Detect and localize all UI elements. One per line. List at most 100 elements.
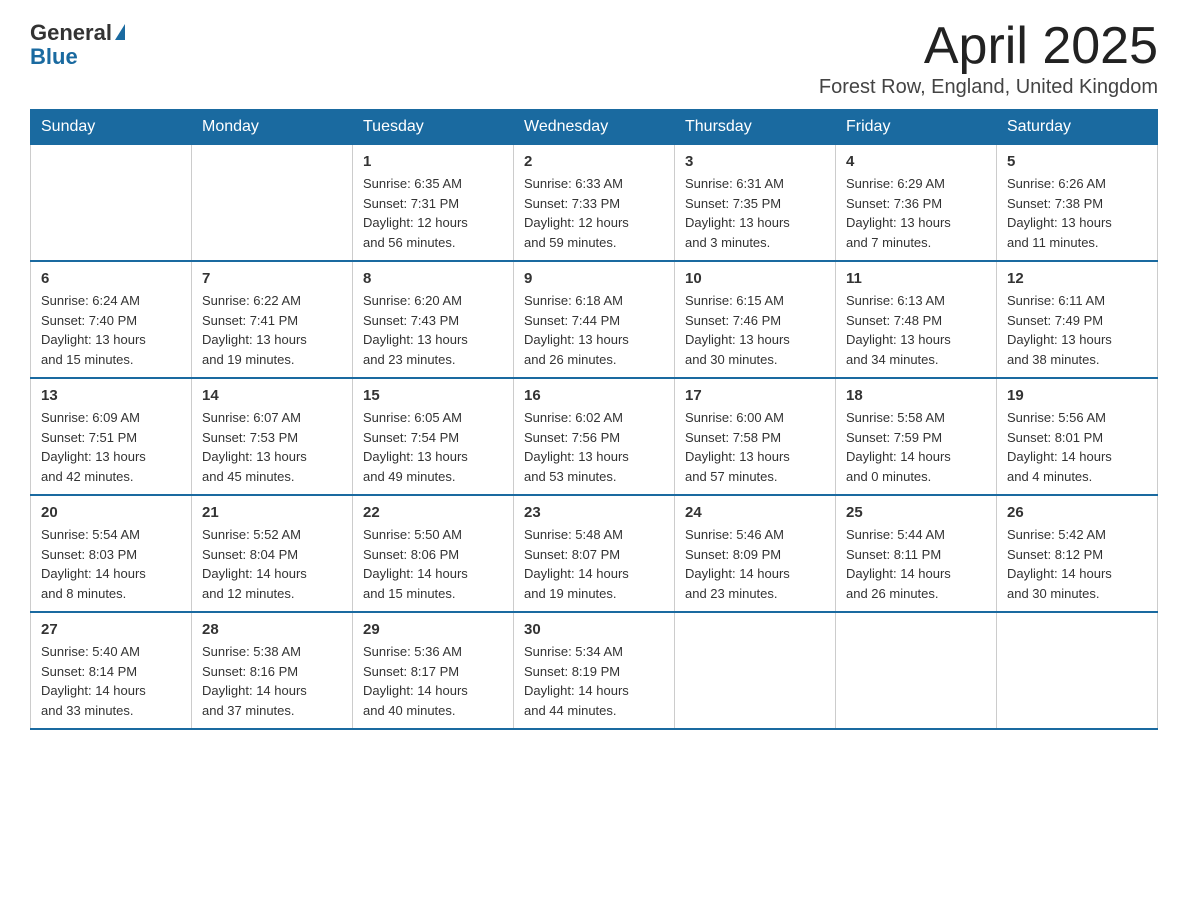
day-info: Sunrise: 6:05 AM Sunset: 7:54 PM Dayligh…: [363, 408, 503, 486]
logo-blue-text: Blue: [30, 44, 78, 70]
day-number: 25: [846, 504, 986, 521]
calendar-cell: 30 Sunrise: 5:34 AM Sunset: 8:19 PM Dayli…: [514, 612, 675, 729]
calendar-cell: 17 Sunrise: 6:00 AM Sunset: 7:58 PM Dayli…: [675, 378, 836, 495]
logo: General Blue: [30, 20, 125, 70]
day-of-week-header: Tuesday: [353, 110, 514, 145]
day-of-week-header: Friday: [836, 110, 997, 145]
calendar-cell: 7Sunrise: 6:22 AM Sunset: 7:41 PM Daylig…: [192, 261, 353, 378]
calendar-body: 1 Sunrise: 6:35 AM Sunset: 7:31 PM Daylig…: [31, 145, 1158, 730]
day-number: 10: [685, 270, 825, 287]
calendar-cell: 11Sunrise: 6:13 AM Sunset: 7:48 PM Dayli…: [836, 261, 997, 378]
day-number: 23: [524, 504, 664, 521]
calendar-cell: 16Sunrise: 6:02 AM Sunset: 7:56 PM Dayli…: [514, 378, 675, 495]
calendar-cell: [675, 612, 836, 729]
day-number: 11: [846, 270, 986, 287]
day-number: 13: [41, 387, 181, 404]
month-title: April 2025: [819, 20, 1158, 72]
day-info: Sunrise: 6:29 AM Sunset: 7:36 PM Dayligh…: [846, 174, 986, 252]
calendar-cell: [997, 612, 1158, 729]
calendar-cell: [31, 145, 192, 262]
day-info: Sunrise: 6:07 AM Sunset: 7:53 PM Dayligh…: [202, 408, 342, 486]
day-of-week-header: Thursday: [675, 110, 836, 145]
day-number: 3: [685, 153, 825, 170]
day-info: Sunrise: 6:33 AM Sunset: 7:33 PM Dayligh…: [524, 174, 664, 252]
day-of-week-header: Wednesday: [514, 110, 675, 145]
logo-triangle-icon: [115, 24, 125, 40]
day-info: Sunrise: 6:00 AM Sunset: 7:58 PM Dayligh…: [685, 408, 825, 486]
calendar-cell: 23Sunrise: 5:48 AM Sunset: 8:07 PM Dayli…: [514, 495, 675, 612]
day-info: Sunrise: 5:50 AM Sunset: 8:06 PM Dayligh…: [363, 525, 503, 603]
day-number: 7: [202, 270, 342, 287]
calendar-week-row: 27Sunrise: 5:40 AM Sunset: 8:14 PM Dayli…: [31, 612, 1158, 729]
day-info: Sunrise: 5:38 AM Sunset: 8:16 PM Dayligh…: [202, 642, 342, 720]
day-number: 26: [1007, 504, 1147, 521]
day-info: Sunrise: 5:46 AM Sunset: 8:09 PM Dayligh…: [685, 525, 825, 603]
calendar-cell: 18 Sunrise: 5:58 AM Sunset: 7:59 PM Dayli…: [836, 378, 997, 495]
calendar-cell: 24Sunrise: 5:46 AM Sunset: 8:09 PM Dayli…: [675, 495, 836, 612]
day-number: 18: [846, 387, 986, 404]
calendar-cell: 1 Sunrise: 6:35 AM Sunset: 7:31 PM Daylig…: [353, 145, 514, 262]
calendar-cell: 14 Sunrise: 6:07 AM Sunset: 7:53 PM Dayli…: [192, 378, 353, 495]
calendar-cell: 12 Sunrise: 6:11 AM Sunset: 7:49 PM Dayli…: [997, 261, 1158, 378]
day-info: Sunrise: 5:56 AM Sunset: 8:01 PM Dayligh…: [1007, 408, 1147, 486]
calendar-table: SundayMondayTuesdayWednesdayThursdayFrid…: [30, 109, 1158, 730]
calendar-cell: 13Sunrise: 6:09 AM Sunset: 7:51 PM Dayli…: [31, 378, 192, 495]
calendar-week-row: 6Sunrise: 6:24 AM Sunset: 7:40 PM Daylig…: [31, 261, 1158, 378]
day-info: Sunrise: 6:26 AM Sunset: 7:38 PM Dayligh…: [1007, 174, 1147, 252]
calendar-week-row: 20 Sunrise: 5:54 AM Sunset: 8:03 PM Dayli…: [31, 495, 1158, 612]
calendar-cell: [836, 612, 997, 729]
calendar-cell: 5Sunrise: 6:26 AM Sunset: 7:38 PM Daylig…: [997, 145, 1158, 262]
day-info: Sunrise: 6:20 AM Sunset: 7:43 PM Dayligh…: [363, 291, 503, 369]
location-text: Forest Row, England, United Kingdom: [819, 76, 1158, 99]
day-info: Sunrise: 6:11 AM Sunset: 7:49 PM Dayligh…: [1007, 291, 1147, 369]
calendar-week-row: 13Sunrise: 6:09 AM Sunset: 7:51 PM Dayli…: [31, 378, 1158, 495]
day-number: 2: [524, 153, 664, 170]
calendar-cell: 25 Sunrise: 5:44 AM Sunset: 8:11 PM Dayli…: [836, 495, 997, 612]
day-of-week-header: Sunday: [31, 110, 192, 145]
calendar-cell: 6Sunrise: 6:24 AM Sunset: 7:40 PM Daylig…: [31, 261, 192, 378]
day-info: Sunrise: 5:44 AM Sunset: 8:11 PM Dayligh…: [846, 525, 986, 603]
day-number: 21: [202, 504, 342, 521]
day-info: Sunrise: 5:58 AM Sunset: 7:59 PM Dayligh…: [846, 408, 986, 486]
day-number: 30: [524, 621, 664, 638]
day-number: 9: [524, 270, 664, 287]
calendar-cell: 29 Sunrise: 5:36 AM Sunset: 8:17 PM Dayli…: [353, 612, 514, 729]
calendar-cell: 4 Sunrise: 6:29 AM Sunset: 7:36 PM Daylig…: [836, 145, 997, 262]
day-info: Sunrise: 5:36 AM Sunset: 8:17 PM Dayligh…: [363, 642, 503, 720]
calendar-header: SundayMondayTuesdayWednesdayThursdayFrid…: [31, 110, 1158, 145]
title-section: April 2025 Forest Row, England, United K…: [819, 20, 1158, 99]
day-number: 14: [202, 387, 342, 404]
calendar-cell: 3 Sunrise: 6:31 AM Sunset: 7:35 PM Daylig…: [675, 145, 836, 262]
day-number: 22: [363, 504, 503, 521]
day-info: Sunrise: 5:54 AM Sunset: 8:03 PM Dayligh…: [41, 525, 181, 603]
calendar-cell: 10Sunrise: 6:15 AM Sunset: 7:46 PM Dayli…: [675, 261, 836, 378]
calendar-cell: 20 Sunrise: 5:54 AM Sunset: 8:03 PM Dayli…: [31, 495, 192, 612]
calendar-cell: 22 Sunrise: 5:50 AM Sunset: 8:06 PM Dayli…: [353, 495, 514, 612]
calendar-cell: 26Sunrise: 5:42 AM Sunset: 8:12 PM Dayli…: [997, 495, 1158, 612]
calendar-cell: 27Sunrise: 5:40 AM Sunset: 8:14 PM Dayli…: [31, 612, 192, 729]
day-info: Sunrise: 5:34 AM Sunset: 8:19 PM Dayligh…: [524, 642, 664, 720]
calendar-cell: 2 Sunrise: 6:33 AM Sunset: 7:33 PM Daylig…: [514, 145, 675, 262]
day-number: 8: [363, 270, 503, 287]
day-number: 16: [524, 387, 664, 404]
day-of-week-header: Saturday: [997, 110, 1158, 145]
day-info: Sunrise: 6:35 AM Sunset: 7:31 PM Dayligh…: [363, 174, 503, 252]
calendar-cell: 21Sunrise: 5:52 AM Sunset: 8:04 PM Dayli…: [192, 495, 353, 612]
day-number: 28: [202, 621, 342, 638]
day-number: 29: [363, 621, 503, 638]
day-info: Sunrise: 6:24 AM Sunset: 7:40 PM Dayligh…: [41, 291, 181, 369]
day-info: Sunrise: 6:31 AM Sunset: 7:35 PM Dayligh…: [685, 174, 825, 252]
day-number: 20: [41, 504, 181, 521]
day-number: 17: [685, 387, 825, 404]
day-info: Sunrise: 6:18 AM Sunset: 7:44 PM Dayligh…: [524, 291, 664, 369]
day-number: 27: [41, 621, 181, 638]
calendar-cell: 15Sunrise: 6:05 AM Sunset: 7:54 PM Dayli…: [353, 378, 514, 495]
calendar-week-row: 1 Sunrise: 6:35 AM Sunset: 7:31 PM Daylig…: [31, 145, 1158, 262]
calendar-cell: 8 Sunrise: 6:20 AM Sunset: 7:43 PM Daylig…: [353, 261, 514, 378]
day-number: 12: [1007, 270, 1147, 287]
calendar-cell: [192, 145, 353, 262]
day-number: 19: [1007, 387, 1147, 404]
day-number: 1: [363, 153, 503, 170]
day-number: 4: [846, 153, 986, 170]
logo-general-text: General: [30, 20, 112, 46]
